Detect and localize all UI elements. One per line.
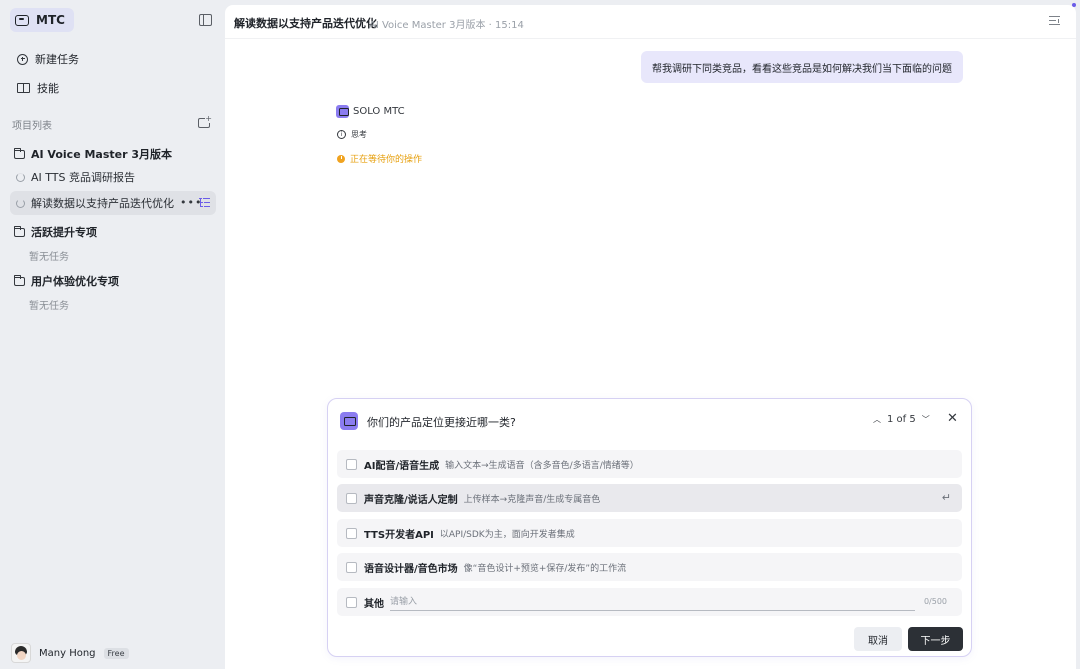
option-item[interactable]: TTS开发者API 以API/SDK为主，面向开发者集成 bbox=[337, 519, 962, 547]
chevron-down-icon[interactable]: ﹀ bbox=[922, 414, 930, 425]
waiting-status: 正在等待你的操作 bbox=[337, 152, 422, 165]
option-checkbox[interactable] bbox=[346, 561, 357, 573]
cancel-button[interactable]: 取消 bbox=[854, 627, 902, 651]
option-checkbox[interactable] bbox=[346, 458, 357, 470]
user-name: Many Hong bbox=[39, 647, 96, 659]
thinking-toggle[interactable]: i 思考 bbox=[337, 129, 367, 140]
app-name: MTC bbox=[36, 13, 65, 27]
task-name: 解读数据以支持产品迭代优化 bbox=[31, 197, 174, 210]
plan-badge: Free bbox=[103, 647, 129, 659]
app-switcher[interactable]: MTC bbox=[10, 8, 74, 32]
agent-name: SOLO MTC bbox=[353, 106, 405, 117]
task-item[interactable]: AI TTS 竞品调研报告 bbox=[10, 165, 216, 189]
empty-task-label: 暂无任务 bbox=[29, 301, 69, 312]
new-project-icon[interactable] bbox=[198, 115, 212, 128]
option-label: 其他 bbox=[364, 598, 384, 610]
folder-icon bbox=[13, 147, 25, 159]
avatar bbox=[11, 643, 31, 663]
new-task-button[interactable]: 新建任务 bbox=[10, 46, 79, 72]
page-subtitle: AI Voice Master 3月版本 · 15:14 bbox=[369, 20, 524, 31]
option-description: 上传样本→克隆声音/生成专属音色 bbox=[463, 494, 601, 505]
skills-button[interactable]: 技能 bbox=[10, 75, 59, 101]
project-name: AI Voice Master 3月版本 bbox=[31, 148, 173, 161]
add-circle-icon bbox=[17, 53, 28, 65]
option-checkbox[interactable] bbox=[346, 527, 357, 539]
user-profile[interactable]: Many Hong Free bbox=[11, 643, 129, 663]
other-input[interactable] bbox=[390, 593, 915, 611]
question-pager: ︿ 1 of 5 ﹀ bbox=[873, 414, 930, 425]
option-label: AI配音/语音生成 bbox=[364, 460, 440, 472]
chevron-up-icon[interactable]: ︿ bbox=[873, 414, 881, 425]
page-title: 解读数据以支持产品迭代优化 bbox=[234, 17, 377, 30]
loading-icon bbox=[16, 198, 25, 208]
info-icon: i bbox=[337, 130, 346, 139]
skills-label: 技能 bbox=[37, 82, 59, 95]
agent-logo-icon bbox=[336, 105, 349, 118]
task-item-active[interactable]: 解读数据以支持产品迭代优化 ••• bbox=[10, 191, 216, 215]
option-label: 语音设计器/音色市场 bbox=[364, 563, 458, 575]
option-label: 声音克隆/说话人定制 bbox=[364, 494, 458, 506]
topbar: 解读数据以支持产品迭代优化 AI Voice Master 3月版本 · 15:… bbox=[225, 5, 1076, 39]
mtc-logo-icon bbox=[15, 14, 29, 26]
close-icon[interactable]: ✕ bbox=[947, 411, 958, 426]
char-counter: 0/500 bbox=[923, 597, 947, 606]
pager-text: 1 of 5 bbox=[887, 414, 916, 425]
task-tree-icon[interactable] bbox=[199, 198, 210, 208]
agent-header: SOLO MTC bbox=[336, 105, 405, 118]
next-button[interactable]: 下一步 bbox=[908, 627, 963, 651]
sidebar: MTC 新建任务 技能 项目列表 AI Voice Master 3月版本 AI… bbox=[0, 0, 224, 669]
loading-icon bbox=[16, 172, 25, 182]
folder-icon bbox=[13, 225, 25, 237]
new-task-label: 新建任务 bbox=[35, 53, 79, 66]
agent-logo-icon bbox=[340, 412, 358, 430]
option-item[interactable]: 声音克隆/说话人定制 上传样本→克隆声音/生成专属音色 ↵ bbox=[337, 484, 962, 512]
project-name: 活跃提升专项 bbox=[31, 226, 97, 239]
project-name: 用户体验优化专项 bbox=[31, 275, 119, 288]
option-description: 以API/SDK为主，面向开发者集成 bbox=[439, 529, 575, 540]
waiting-label: 正在等待你的操作 bbox=[350, 155, 423, 165]
thinking-label: 思考 bbox=[351, 130, 367, 139]
option-description: 像“音色设计+预览+保存/发布”的工作流 bbox=[463, 563, 627, 574]
panel-toggle-icon[interactable] bbox=[1049, 16, 1060, 26]
folder-icon bbox=[13, 274, 25, 286]
option-checkbox[interactable] bbox=[346, 492, 357, 504]
option-checkbox[interactable] bbox=[346, 596, 357, 608]
empty-task-label: 暂无任务 bbox=[29, 252, 69, 263]
enter-icon: ↵ bbox=[941, 491, 951, 504]
option-label: TTS开发者API bbox=[364, 529, 434, 541]
question-title: 你们的产品定位更接近哪一类? bbox=[367, 416, 516, 429]
option-other[interactable]: 其他 0/500 bbox=[337, 588, 962, 616]
question-card: 你们的产品定位更接近哪一类? ︿ 1 of 5 ﹀ ✕ AI配音/语音生成 输入… bbox=[327, 398, 972, 657]
projects-section-label: 项目列表 bbox=[12, 121, 52, 132]
sidebar-toggle-icon[interactable] bbox=[199, 14, 212, 26]
main-panel: 解读数据以支持产品迭代优化 AI Voice Master 3月版本 · 15:… bbox=[225, 5, 1076, 669]
project-item[interactable]: 用户体验优化专项 bbox=[13, 273, 119, 289]
option-description: 输入文本→生成语音（含多音色/多语言/情绪等） bbox=[445, 460, 639, 471]
book-icon bbox=[17, 83, 30, 93]
task-name: AI TTS 竞品调研报告 bbox=[31, 171, 135, 184]
clock-icon bbox=[337, 154, 345, 163]
project-item[interactable]: 活跃提升专项 bbox=[13, 224, 97, 240]
option-item[interactable]: 语音设计器/音色市场 像“音色设计+预览+保存/发布”的工作流 bbox=[337, 553, 962, 581]
user-message-bubble: 帮我调研下同类竞品，看看这些竞品是如何解决我们当下面临的问题 bbox=[641, 51, 963, 83]
project-item[interactable]: AI Voice Master 3月版本 bbox=[13, 146, 173, 162]
option-item[interactable]: AI配音/语音生成 输入文本→生成语音（含多音色/多语言/情绪等） bbox=[337, 450, 962, 478]
